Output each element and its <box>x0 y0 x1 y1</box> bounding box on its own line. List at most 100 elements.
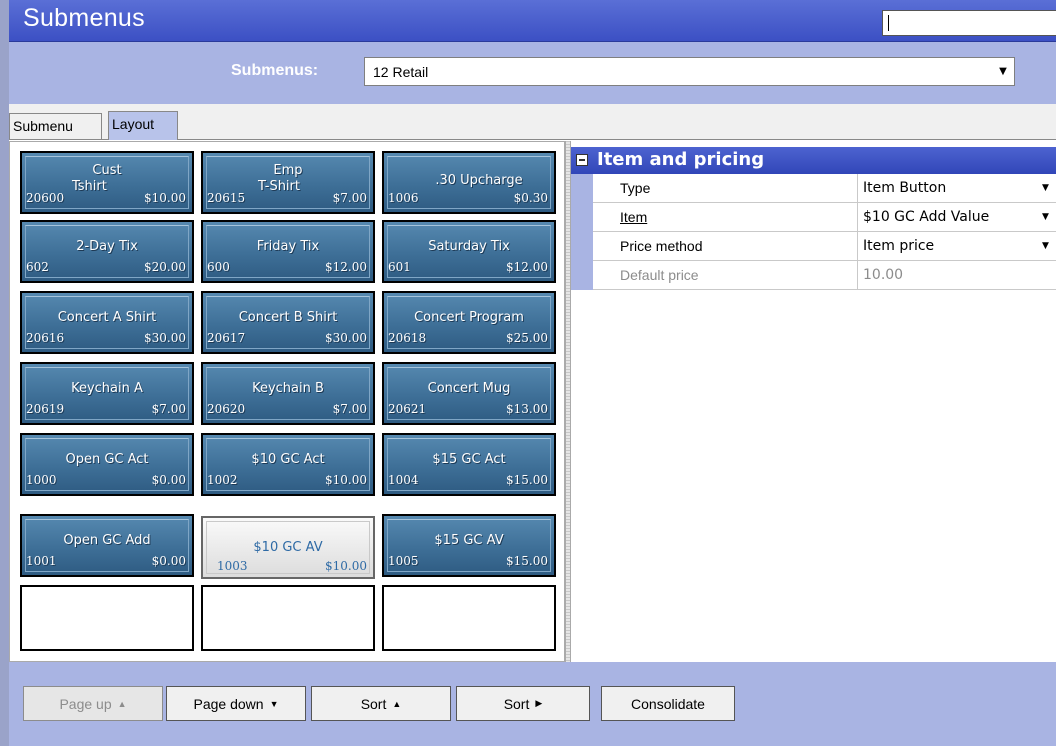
page-down-button[interactable]: Page down ▼ <box>166 686 306 721</box>
grid-button[interactable]: $15 GC AV 1005 $15.00 <box>382 514 556 577</box>
grid-button-name: Cust <box>92 163 122 178</box>
grid-button-price: $30.00 <box>325 331 367 345</box>
grid-button[interactable]: $15 GC Act 1004 $15.00 <box>382 433 556 496</box>
grid-button-name: $10 GC AV <box>253 540 323 555</box>
grid-button-number: 601 <box>388 260 411 274</box>
grid-button[interactable]: Emp T-Shirt 20615 $7.00 <box>201 151 375 214</box>
property-value[interactable]: Item price <box>858 232 1056 261</box>
tab-submenu[interactable]: Submenu <box>9 113 102 139</box>
grid-button[interactable]: Open GC Act 1000 $0.00 <box>20 433 194 496</box>
grid-button-price: $10.00 <box>325 473 367 487</box>
button-grid: Cust Tshirt 20600 $10.00 Emp T-Shirt 206… <box>9 141 565 662</box>
sort-right-label: Sort <box>503 695 530 712</box>
grid-button[interactable]: Saturday Tix 601 $12.00 <box>382 220 556 283</box>
property-value[interactable]: Item Button <box>858 174 1056 203</box>
layout-content: Cust Tshirt 20600 $10.00 Emp T-Shirt 206… <box>9 141 1056 662</box>
grid-button-name: .30 Upcharge <box>435 173 523 188</box>
grid-button-empty[interactable] <box>382 585 556 651</box>
grid-button-number: 1003 <box>217 559 248 573</box>
grid-button-price: $10.00 <box>325 559 367 573</box>
grid-button-price: $13.00 <box>506 402 548 416</box>
search-input[interactable] <box>882 10 1056 36</box>
grid-button-name: Concert A Shirt <box>57 310 157 325</box>
grid-button-name: Concert Program <box>414 310 524 325</box>
property-name: Price method <box>593 232 858 261</box>
dropdown-arrow-icon[interactable]: ▼ <box>1042 212 1054 224</box>
sort-up-button[interactable]: Sort ▲ <box>311 686 451 721</box>
property-row-default-price: Default price 10.00 <box>593 261 1056 290</box>
grid-button-price: $0.00 <box>151 554 186 568</box>
grid-button-empty[interactable] <box>20 585 194 651</box>
grid-button-number: 20620 <box>207 402 246 416</box>
grid-button-empty[interactable] <box>201 585 375 651</box>
property-row-price-method[interactable]: Price method Item price ▼ <box>593 232 1056 261</box>
grid-button-name: Friday Tix <box>256 239 320 254</box>
grid-button[interactable]: Keychain A 20619 $7.00 <box>20 362 194 425</box>
grid-button[interactable]: Concert B Shirt 20617 $30.00 <box>201 291 375 354</box>
property-name: Type <box>593 174 858 203</box>
grid-button-name: Keychain A <box>71 381 143 396</box>
grid-button[interactable]: Concert Program 20618 $25.00 <box>382 291 556 354</box>
submenus-dropdown[interactable]: 12 Retail ▼ <box>364 57 1015 86</box>
submenus-label: Submenus: <box>231 62 319 79</box>
grid-button-price: $25.00 <box>506 331 548 345</box>
grid-button-name: Saturday Tix <box>428 239 510 254</box>
grid-button-name-line2: T-Shirt <box>258 179 300 194</box>
grid-button[interactable]: Concert Mug 20621 $13.00 <box>382 362 556 425</box>
consolidate-label: Consolidate <box>631 695 705 712</box>
page-up-button[interactable]: Page up ▲ <box>23 686 163 721</box>
grid-button-price: $10.00 <box>144 191 186 205</box>
property-row-type[interactable]: Type Item Button ▼ <box>593 174 1056 203</box>
down-arrow-icon: ▼ <box>269 698 279 709</box>
grid-button-name: Emp <box>273 163 303 178</box>
grid-button-number: 20617 <box>207 331 246 345</box>
properties-panel: Item and pricing Type Item Button ▼ Item… <box>571 141 1056 662</box>
sort-up-label: Sort <box>360 695 387 712</box>
grid-button-name-line2: Tshirt <box>72 179 107 194</box>
title-bar: Submenus <box>9 0 1056 42</box>
dropdown-arrow-icon[interactable]: ▼ <box>993 59 1013 84</box>
grid-button-number: 20618 <box>388 331 427 345</box>
property-gutter <box>571 174 593 290</box>
grid-button[interactable]: Keychain B 20620 $7.00 <box>201 362 375 425</box>
grid-button-number: 602 <box>26 260 49 274</box>
grid-button[interactable]: .30 Upcharge 1006 $0.30 <box>382 151 556 214</box>
dropdown-arrow-icon[interactable]: ▼ <box>1042 183 1054 195</box>
grid-button-name: $10 GC Act <box>251 452 325 467</box>
grid-button-number: 1006 <box>388 191 419 205</box>
tab-layout[interactable]: Layout <box>108 111 178 140</box>
page-down-label: Page down <box>193 695 264 712</box>
grid-button-number: 20621 <box>388 402 427 416</box>
grid-button-price: $30.00 <box>144 331 186 345</box>
grid-button-price: $15.00 <box>506 554 548 568</box>
property-name: Item <box>593 203 858 232</box>
grid-button-number: 1004 <box>388 473 419 487</box>
grid-button-number: 20616 <box>26 331 65 345</box>
section-header-item-and-pricing[interactable]: Item and pricing <box>571 147 1056 174</box>
consolidate-button[interactable]: Consolidate <box>601 686 735 721</box>
property-name: Default price <box>593 261 858 290</box>
grid-button[interactable]: $10 GC Act 1002 $10.00 <box>201 433 375 496</box>
right-arrow-icon: ▶ <box>535 698 543 708</box>
collapse-icon[interactable] <box>576 154 588 166</box>
grid-button-selected[interactable]: $10 GC AV 1003 $10.00 <box>201 516 375 579</box>
grid-button-number: 20615 <box>207 191 246 205</box>
tab-bar: Submenu Layout <box>9 104 1056 140</box>
submenus-dropdown-value: 12 Retail <box>373 64 429 80</box>
grid-button[interactable]: Friday Tix 600 $12.00 <box>201 220 375 283</box>
grid-button-name: Concert Mug <box>427 381 511 396</box>
dropdown-arrow-icon[interactable]: ▼ <box>1042 241 1054 253</box>
grid-button-price: $0.30 <box>513 191 548 205</box>
grid-button[interactable]: Cust Tshirt 20600 $10.00 <box>20 151 194 214</box>
grid-button[interactable]: 2-Day Tix 602 $20.00 <box>20 220 194 283</box>
property-row-item[interactable]: Item $10 GC Add Value ▼ <box>593 203 1056 232</box>
grid-button-number: 20600 <box>26 191 65 205</box>
grid-button-number: 20619 <box>26 402 65 416</box>
submenu-selector-bar: Submenus: 12 Retail ▼ <box>9 42 1056 104</box>
grid-button-price: $7.00 <box>332 402 367 416</box>
up-arrow-icon: ▲ <box>117 698 127 709</box>
grid-button[interactable]: Open GC Add 1001 $0.00 <box>20 514 194 577</box>
property-value[interactable]: $10 GC Add Value <box>858 203 1056 232</box>
grid-button[interactable]: Concert A Shirt 20616 $30.00 <box>20 291 194 354</box>
sort-right-button[interactable]: Sort ▶ <box>456 686 590 721</box>
